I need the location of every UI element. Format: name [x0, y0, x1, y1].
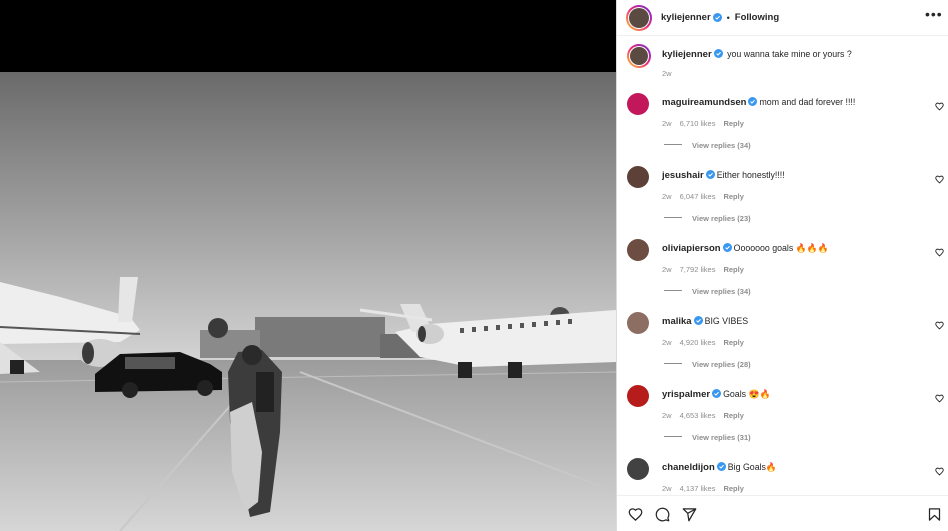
comment-text: Either honestly!!!!: [716, 170, 785, 180]
comment-likes[interactable]: 6,710 likes: [680, 119, 716, 128]
comment-likes[interactable]: 7,792 likes: [680, 265, 716, 274]
more-options-icon[interactable]: •••: [925, 7, 942, 25]
comment-text: Big Goals🔥: [727, 462, 777, 472]
post-header: kyliejenner • Following •••: [617, 0, 948, 36]
post-media[interactable]: [0, 0, 616, 531]
comment-text: Goals 😍🔥: [723, 389, 771, 399]
caption-text: you wanna take mine or yours ?: [727, 49, 852, 59]
view-replies-label: View replies (31): [692, 433, 751, 442]
comment-likes[interactable]: 6,047 likes: [680, 192, 716, 201]
reply-button[interactable]: Reply: [723, 192, 743, 201]
reply-button[interactable]: Reply: [723, 338, 743, 347]
post-sidebar: kyliejenner • Following ••• kyliejenner …: [616, 0, 948, 531]
commenter-username[interactable]: maguireamundsen: [662, 97, 746, 108]
caption-avatar[interactable]: [627, 44, 651, 68]
comments-list[interactable]: kyliejenner you wanna take mine or yours…: [617, 37, 948, 495]
replies-dash: [664, 290, 682, 291]
comment-meta: 2w 4,137 likes Reply: [662, 484, 752, 493]
comment-meta: 2w 7,792 likes Reply: [662, 265, 752, 274]
caption-line: kyliejenner you wanna take mine or yours…: [662, 49, 852, 60]
heart-icon[interactable]: [935, 175, 944, 184]
view-replies-label: View replies (34): [692, 141, 751, 150]
verified-badge-icon: [722, 243, 732, 252]
commenter-username[interactable]: oliviapierson: [662, 243, 721, 254]
commenter-avatar[interactable]: [627, 239, 649, 261]
comment-time: 2w: [662, 119, 672, 128]
reply-button[interactable]: Reply: [723, 484, 743, 493]
separator-dot: •: [726, 12, 730, 23]
verified-badge-icon: [716, 462, 726, 471]
author-avatar[interactable]: [626, 4, 652, 31]
comment-meta: 2w 4,653 likes Reply: [662, 411, 752, 420]
comment-text: Ooooooo goals 🔥🔥🔥: [733, 243, 829, 253]
verified-badge-icon: [712, 13, 722, 22]
commenter-avatar[interactable]: [627, 458, 649, 480]
comment-line: oliviapierson Ooooooo goals 🔥🔥🔥: [662, 243, 829, 254]
comment-meta: 2w 6,710 likes Reply: [662, 119, 752, 128]
post-photo: [0, 72, 616, 531]
comment-line: chaneldijon Big Goals🔥: [662, 462, 777, 473]
comment-line: malika BIG VIBES: [662, 316, 748, 327]
verified-badge-icon: [705, 170, 715, 179]
replies-dash: [664, 144, 682, 145]
following-button[interactable]: Following: [735, 12, 779, 23]
caption-time: 2w: [662, 69, 680, 78]
author-username[interactable]: kyliejenner: [661, 12, 711, 23]
commenter-username[interactable]: jesushair: [662, 170, 704, 181]
view-replies-button[interactable]: View replies (34): [664, 287, 751, 296]
view-replies-button[interactable]: View replies (28): [664, 360, 751, 369]
comment-time: 2w: [662, 338, 672, 347]
heart-icon[interactable]: [935, 394, 944, 403]
comment-icon[interactable]: [655, 507, 670, 522]
commenter-username[interactable]: malika: [662, 316, 692, 327]
view-replies-label: View replies (28): [692, 360, 751, 369]
caption-timestamp: 2w: [662, 69, 672, 78]
comment-time: 2w: [662, 192, 672, 201]
comment-text: BIG VIBES: [704, 316, 749, 326]
commenter-avatar[interactable]: [627, 312, 649, 334]
heart-icon[interactable]: [935, 248, 944, 257]
comment-line: maguireamundsen mom and dad forever !!!!: [662, 97, 855, 108]
reply-button[interactable]: Reply: [723, 119, 743, 128]
replies-dash: [664, 436, 682, 437]
view-replies-button[interactable]: View replies (31): [664, 433, 751, 442]
commenter-avatar[interactable]: [627, 166, 649, 188]
commenter-username[interactable]: yrispalmer: [662, 389, 710, 400]
view-replies-button[interactable]: View replies (23): [664, 214, 751, 223]
comment-meta: 2w 6,047 likes Reply: [662, 192, 752, 201]
verified-badge-icon: [693, 316, 703, 325]
commenter-avatar[interactable]: [627, 93, 649, 115]
comment-likes[interactable]: 4,920 likes: [680, 338, 716, 347]
verified-badge-icon: [712, 389, 722, 398]
verified-badge-icon: [713, 49, 723, 58]
comment-line: yrispalmer Goals 😍🔥: [662, 389, 770, 400]
heart-icon[interactable]: [935, 321, 944, 330]
commenter-username[interactable]: chaneldijon: [662, 462, 715, 473]
comment-likes[interactable]: 4,137 likes: [680, 484, 716, 493]
replies-dash: [664, 217, 682, 218]
view-replies-label: View replies (34): [692, 287, 751, 296]
reply-button[interactable]: Reply: [723, 411, 743, 420]
instagram-post-modal: kyliejenner • Following ••• kyliejenner …: [0, 0, 948, 531]
caption-username[interactable]: kyliejenner: [662, 49, 712, 60]
bookmark-icon[interactable]: [927, 507, 942, 522]
comment-time: 2w: [662, 484, 672, 493]
comment-time: 2w: [662, 411, 672, 420]
commenter-avatar[interactable]: [627, 385, 649, 407]
heart-icon[interactable]: [935, 102, 944, 111]
verified-badge-icon: [748, 97, 758, 106]
replies-dash: [664, 363, 682, 364]
heart-icon[interactable]: [935, 467, 944, 476]
view-replies-label: View replies (23): [692, 214, 751, 223]
reply-button[interactable]: Reply: [723, 265, 743, 274]
comment-meta: 2w 4,920 likes Reply: [662, 338, 752, 347]
action-bar: [617, 495, 948, 531]
comment-text: mom and dad forever !!!!: [759, 97, 856, 107]
comment-line: jesushair Either honestly!!!!: [662, 170, 785, 181]
view-replies-button[interactable]: View replies (34): [664, 141, 751, 150]
share-icon[interactable]: [682, 507, 697, 522]
comment-likes[interactable]: 4,653 likes: [680, 411, 716, 420]
heart-icon[interactable]: [628, 507, 643, 522]
comment-time: 2w: [662, 265, 672, 274]
